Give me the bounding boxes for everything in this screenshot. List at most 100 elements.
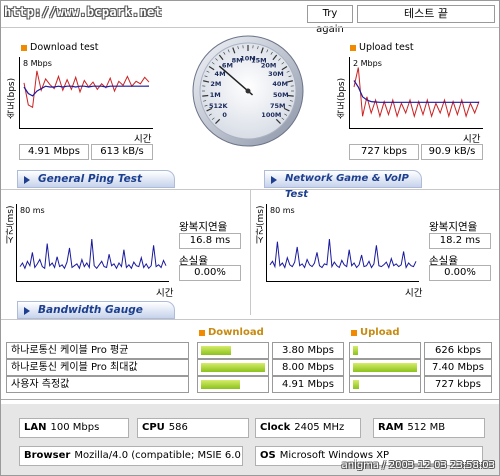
gauge-label: 2M bbox=[210, 80, 221, 88]
try-again-button[interactable]: Try again bbox=[307, 5, 353, 35]
upload-bar-fill bbox=[353, 363, 417, 372]
tab-general-ping-label: General Ping Test bbox=[38, 173, 142, 185]
os-label: OS bbox=[260, 450, 276, 461]
cpu-value: 586 bbox=[168, 422, 188, 433]
section-divider bbox=[1, 399, 499, 400]
speed-gauge: 0 512K 1M 2M 4M 6M 8M 10M 15M 20M 30M 40M 50M 75M 100M bbox=[191, 33, 305, 149]
download-scale: 8 Mbps bbox=[23, 59, 52, 68]
game-loss-value: 0.00% bbox=[429, 265, 491, 281]
ram-value: 512 MB bbox=[407, 422, 446, 433]
download-bar-fill bbox=[201, 346, 231, 355]
ping-rtt-label: 왕복지연율 bbox=[179, 221, 228, 233]
game-scale: 80 ms bbox=[270, 206, 295, 215]
tab-bandwidth-label: Bandwidth Gauge bbox=[38, 304, 143, 316]
upload-bar-track bbox=[349, 342, 421, 359]
upload-bar-value: 7.40 Mbps bbox=[424, 359, 492, 376]
section-divider bbox=[1, 319, 499, 320]
upload-ylabel: 속도(bps) bbox=[337, 77, 347, 119]
ping-xlabel: 시간 bbox=[156, 288, 174, 299]
test-status: 테스트 끝 bbox=[357, 5, 495, 23]
gauge-label: 75M bbox=[270, 102, 286, 110]
clock-label: Clock bbox=[260, 422, 291, 433]
tab-general-ping-test[interactable]: General Ping Test bbox=[17, 170, 175, 188]
gauge-label: 50M bbox=[273, 91, 289, 99]
gauge-label: 40M bbox=[272, 80, 288, 88]
download-mbps: 4.91 Mbps bbox=[19, 144, 89, 160]
bandwidth-row-name: 하나로통신 케이블 Pro 최대값 bbox=[6, 359, 189, 376]
gauge-label: 20M bbox=[261, 62, 277, 70]
upload-bar-value: 727 kbps bbox=[424, 376, 492, 393]
gauge-label: 1M bbox=[210, 91, 221, 99]
game-rtt-label: 왕복지연율 bbox=[429, 221, 478, 233]
download-xlabel: 시간 bbox=[134, 134, 152, 145]
download-title: Download test bbox=[30, 42, 99, 53]
download-kbs: 613 kB/s bbox=[91, 144, 153, 160]
download-bar-track bbox=[197, 376, 269, 393]
tab-arrow-icon bbox=[24, 307, 30, 315]
upload-title: Upload test bbox=[359, 42, 414, 53]
gauge-label: 100M bbox=[261, 111, 281, 119]
upload-kbs: 90.9 kB/s bbox=[421, 144, 483, 160]
browser-value: Mozilla/4.0 (compatible; MSIE 6.0 bbox=[74, 450, 241, 461]
ping-loss-value: 0.00% bbox=[179, 265, 241, 281]
upload-scale: 2 Mbps bbox=[353, 59, 382, 68]
game-graph: 80 ms bbox=[266, 204, 419, 282]
download-graph: 8 Mbps bbox=[19, 57, 153, 129]
header-divider bbox=[1, 27, 499, 28]
clock-value: 2405 MHz bbox=[294, 422, 345, 433]
ping-graph: 80 ms bbox=[16, 204, 169, 282]
cpu-field: CPU 586 bbox=[137, 418, 249, 438]
ram-label: RAM bbox=[378, 422, 404, 433]
bandwidth-row-name: 하나로통신 케이블 Pro 평균 bbox=[6, 342, 189, 359]
bandwidth-upload-title: Upload bbox=[360, 327, 400, 338]
upload-series-red bbox=[353, 67, 480, 119]
cpu-label: CPU bbox=[142, 422, 165, 433]
bandwidth-download-marker-icon bbox=[199, 330, 205, 336]
tab-bandwidth-gauge[interactable]: Bandwidth Gauge bbox=[17, 301, 175, 319]
browser-field: Browser Mozilla/4.0 (compatible; MSIE 6.0 bbox=[19, 446, 243, 466]
upload-bar-track bbox=[349, 359, 421, 376]
vertical-divider bbox=[250, 189, 251, 315]
download-bar-value: 3.80 Mbps bbox=[272, 342, 344, 359]
lan-label: LAN bbox=[24, 422, 47, 433]
tab-network-game-voip-test[interactable]: Network Game & VoIP Test bbox=[264, 170, 422, 200]
download-bar-value: 4.91 Mbps bbox=[272, 376, 344, 393]
upload-marker-icon bbox=[350, 45, 356, 51]
browser-label: Browser bbox=[24, 450, 71, 461]
upload-bar-fill bbox=[353, 380, 359, 389]
download-bar-track bbox=[197, 359, 269, 376]
upload-graph: 2 Mbps bbox=[349, 57, 483, 129]
gauge-tick bbox=[202, 94, 209, 97]
download-bar-fill bbox=[201, 363, 265, 372]
gauge-label: 30M bbox=[268, 70, 284, 78]
site-url[interactable]: http://www.bcpark.net bbox=[4, 5, 162, 19]
tab-network-game-label: Network Game & VoIP Test bbox=[285, 173, 409, 200]
download-ylabel: 속도(bps) bbox=[7, 77, 17, 119]
bandwidth-row-name: 사용자 측정값 bbox=[6, 376, 189, 393]
ping-series bbox=[19, 239, 167, 270]
gauge-label: 512K bbox=[209, 102, 229, 110]
download-bar-track bbox=[197, 342, 269, 359]
game-xlabel: 시간 bbox=[405, 288, 423, 299]
gauge-label: 0 bbox=[222, 111, 227, 119]
download-series-red bbox=[23, 70, 150, 109]
speed-test-window: http://www.bcpark.net Try again 테스트 끝 Do… bbox=[0, 0, 500, 476]
lan-field: LAN 100 Mbps bbox=[19, 418, 129, 438]
clock-field: Clock 2405 MHz bbox=[255, 418, 361, 438]
game-series bbox=[269, 239, 417, 270]
game-rtt-value: 18.2 ms bbox=[429, 233, 491, 249]
bandwidth-upload-marker-icon bbox=[351, 330, 357, 336]
footer-timestamp: anigma / 2003-12-03 23:58:03 bbox=[341, 460, 495, 471]
tab-arrow-icon bbox=[271, 176, 277, 184]
upload-bar-track bbox=[349, 376, 421, 393]
download-bar-fill bbox=[201, 380, 240, 389]
upload-bar-value: 626 kbps bbox=[424, 342, 492, 359]
gauge-tick bbox=[287, 94, 294, 97]
tab-arrow-icon bbox=[24, 176, 30, 184]
gauge-label: 4M bbox=[215, 70, 226, 78]
download-series-blue bbox=[23, 85, 150, 97]
ping-scale: 80 ms bbox=[20, 206, 45, 215]
upload-series-blue bbox=[353, 80, 480, 103]
ping-rtt-value: 16.8 ms bbox=[179, 233, 241, 249]
download-marker-icon bbox=[21, 45, 27, 51]
